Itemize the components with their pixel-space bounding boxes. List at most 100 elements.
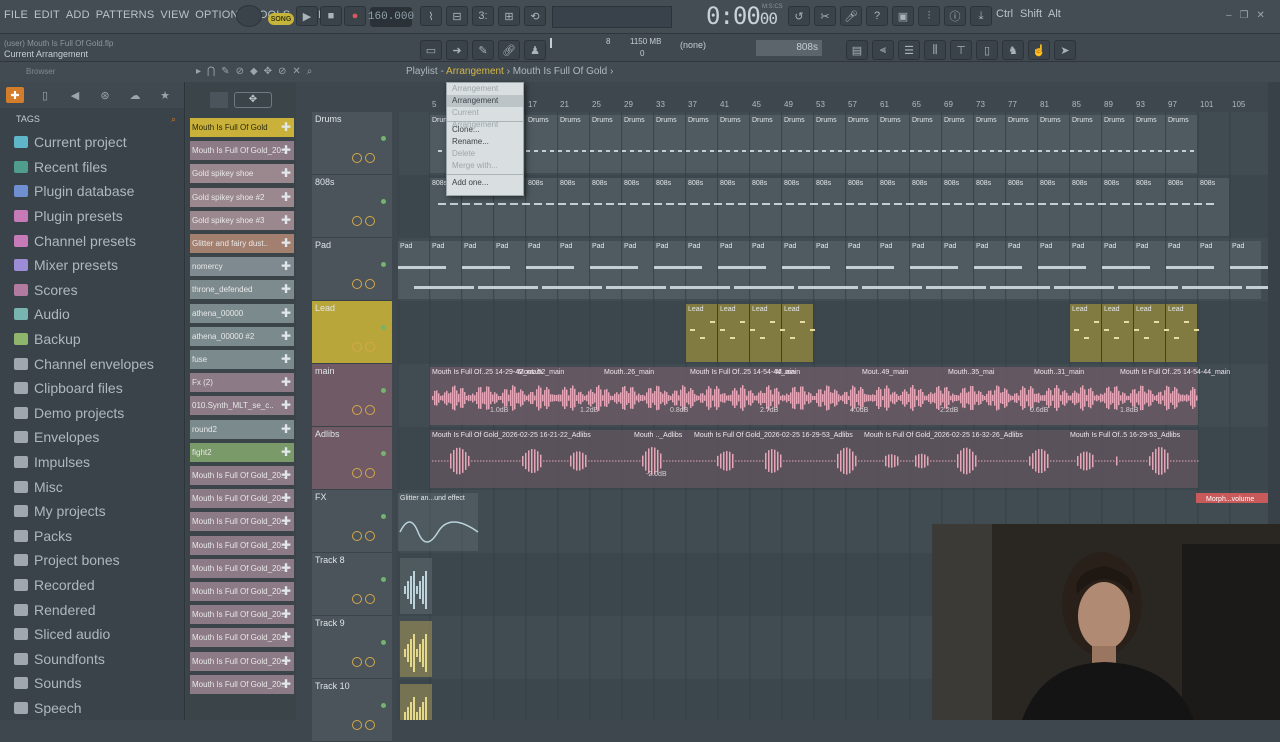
dropdown-item[interactable]: Arrangement	[447, 95, 523, 107]
clip-add-icon[interactable]: ✚	[281, 329, 291, 343]
clip-source-item[interactable]: Mouth Is Full Of Gold_20.. ✚	[190, 466, 294, 485]
play-button[interactable]: ▶	[296, 6, 318, 26]
track-header-track-8[interactable]: Track 8	[312, 553, 392, 616]
browser-folder-backup[interactable]: Backup	[0, 327, 184, 352]
save-icon[interactable]: ▣	[892, 6, 914, 26]
stamp-icon[interactable]: ♟	[524, 40, 546, 60]
master-volume-knob[interactable]	[236, 5, 262, 27]
clip-add-icon[interactable]: ✚	[281, 607, 291, 621]
clip-source-item[interactable]: fuse ✚	[190, 350, 294, 369]
link-icon[interactable]: 🔗︎	[498, 40, 520, 60]
clip-source-item[interactable]: Mouth Is Full Of Gold_20.. ✚	[190, 489, 294, 509]
track-header-808s[interactable]: 808s	[312, 175, 392, 238]
track-controls[interactable]	[352, 591, 390, 604]
track-controls[interactable]	[352, 213, 390, 226]
browser-folder-soundfonts[interactable]: Soundfonts	[0, 646, 184, 671]
search-icon[interactable]: ⌕	[171, 114, 176, 130]
clip-add-icon[interactable]: ✚	[281, 236, 291, 250]
clip-source-item[interactable]: Gold spikey shoe ✚	[190, 164, 294, 184]
browser-folder-my-projects[interactable]: My projects	[0, 499, 184, 524]
clip-add-icon[interactable]: ✚	[281, 630, 291, 644]
clip-add-icon[interactable]: ✚	[281, 538, 291, 552]
browser-folder-channel-presets[interactable]: Channel presets	[0, 228, 184, 253]
browser-folder-speech[interactable]: Speech	[0, 696, 184, 721]
clip-add-icon[interactable]: ✚	[281, 306, 291, 320]
clip-source-item[interactable]: Mouth Is Full Of Gold_20.. ✚	[190, 558, 294, 578]
wait-input-icon[interactable]: ⊟	[446, 6, 468, 26]
pencil-icon[interactable]: ✎	[472, 40, 494, 60]
clip-source-item[interactable]: Mouth Is Full Of Gold_20.. ✚	[190, 605, 294, 625]
tempo-display[interactable]: 160.000	[368, 7, 414, 27]
clip-source-item[interactable]: 010.Synth_MLT_se_c.. ✚	[190, 396, 294, 416]
clip-source-item[interactable]: Mouth Is Full Of Gold_20.. ✚	[190, 512, 294, 532]
clip-add-icon[interactable]: ✚	[281, 213, 291, 227]
clip-add-icon[interactable]: ✚	[281, 514, 291, 528]
track-controls[interactable]	[352, 339, 390, 352]
clip-add-icon[interactable]: ✚	[281, 375, 291, 389]
browser-folder-channel-envelopes[interactable]: Channel envelopes	[0, 351, 184, 376]
ctrl-key[interactable]: Ctrl	[996, 8, 1013, 20]
track-active-led[interactable]	[381, 388, 386, 393]
clip-source-item[interactable]: throne_defended ✚	[190, 280, 294, 300]
browser-folder-plugin-database[interactable]: Plugin database	[0, 179, 184, 204]
track-active-led[interactable]	[381, 325, 386, 330]
piano-roll-view-icon[interactable]: ⫷	[872, 40, 894, 60]
clip-source-item[interactable]: Fx (2) ✚	[190, 373, 294, 393]
track-active-led[interactable]	[381, 451, 386, 456]
tags-header[interactable]: TAGS ⌕	[0, 108, 184, 130]
clip-source-item[interactable]: fight2 ✚	[190, 442, 294, 462]
piano-roll-icon[interactable]: ▭	[420, 40, 442, 60]
pattern-selector[interactable]: (none)	[680, 40, 706, 50]
menu-file[interactable]: FILE	[4, 9, 28, 21]
playlist-tools[interactable]: ▸⋂✎⊘◆✥⊘✕⌕	[196, 66, 318, 77]
info-icon[interactable]: ⓘ	[944, 6, 966, 26]
track-header-drums[interactable]: Drums	[312, 112, 392, 175]
browser-folder-misc[interactable]: Misc	[0, 474, 184, 499]
microphone-icon[interactable]: 🎤︎	[840, 6, 862, 26]
browser-folder-impulses[interactable]: Impulses	[0, 450, 184, 475]
menu-add[interactable]: ADD	[66, 9, 90, 21]
playlist-icon[interactable]: ▤	[846, 40, 868, 60]
record-button[interactable]: ●	[344, 6, 366, 26]
browser-folder-recent-files[interactable]: Recent files	[0, 155, 184, 180]
menu-edit[interactable]: EDIT	[34, 9, 60, 21]
browser-folder-plugin-presets[interactable]: Plugin presets	[0, 204, 184, 229]
browser-folder-envelopes[interactable]: Envelopes	[0, 425, 184, 450]
clip-add-icon[interactable]: ✚	[281, 282, 291, 296]
undo-icon[interactable]: ↺	[788, 6, 810, 26]
clip-add-icon[interactable]: ✚	[281, 584, 291, 598]
browser-back-icon[interactable]: ◀	[66, 87, 84, 103]
clip-source-item[interactable]: Mouth Is Full Of Gold_20.. ✚	[190, 651, 294, 671]
timeline-ruler[interactable]: 5913172125293337414549535761656973778185…	[398, 98, 1268, 112]
browser-all-icon[interactable]: ✚	[6, 87, 24, 103]
clip-add-icon[interactable]: ✚	[281, 491, 291, 505]
dropdown-item[interactable]: Rename...	[447, 136, 523, 148]
track-header-fx[interactable]: FX	[312, 490, 392, 553]
clip-source-item[interactable]: Mouth Is Full Of Gold ✚	[190, 118, 294, 137]
clip-filter-icon[interactable]	[210, 92, 228, 108]
metronome-icon[interactable]: ⌇	[420, 6, 442, 26]
clip-add-icon[interactable]: ✚	[281, 398, 291, 412]
track-controls[interactable]	[352, 150, 390, 163]
track-header-track-10[interactable]: Track 10	[312, 679, 392, 742]
shift-key[interactable]: Shift	[1020, 8, 1042, 20]
clip-add-icon[interactable]: ✚	[281, 259, 291, 273]
arrangement-selector[interactable]: Arrangement	[446, 66, 504, 77]
alt-key[interactable]: Alt	[1048, 8, 1061, 20]
clip-source-item[interactable]: Mouth Is Full Of Gold_20.. ✚	[190, 582, 294, 601]
menu-view[interactable]: VIEW	[160, 9, 189, 21]
browser-folder-packs[interactable]: Packs	[0, 524, 184, 549]
clip-source-item[interactable]: Mouth Is Full Of Gold_20.. ✚	[190, 674, 294, 694]
browser-plugin-icon[interactable]: ⊛	[96, 87, 114, 103]
clip-add-icon[interactable]: ✚	[281, 468, 291, 482]
step-edit-icon[interactable]: ⊞	[498, 6, 520, 26]
clip-source-item[interactable]: nomercy ✚	[190, 257, 294, 277]
clip-add-icon[interactable]: ✚	[281, 445, 291, 459]
clip-add-button[interactable]: ✥	[234, 92, 272, 108]
menu-patterns[interactable]: PATTERNS	[96, 9, 155, 21]
clip-source-item[interactable]: Glitter and fairy dust.. ✚	[190, 234, 294, 253]
dropdown-item[interactable]: Add one...	[447, 177, 523, 189]
loop-record-icon[interactable]: ⟲	[524, 6, 546, 26]
window-controls[interactable]: –❐✕	[1226, 10, 1273, 21]
track-header-pad[interactable]: Pad	[312, 238, 392, 301]
